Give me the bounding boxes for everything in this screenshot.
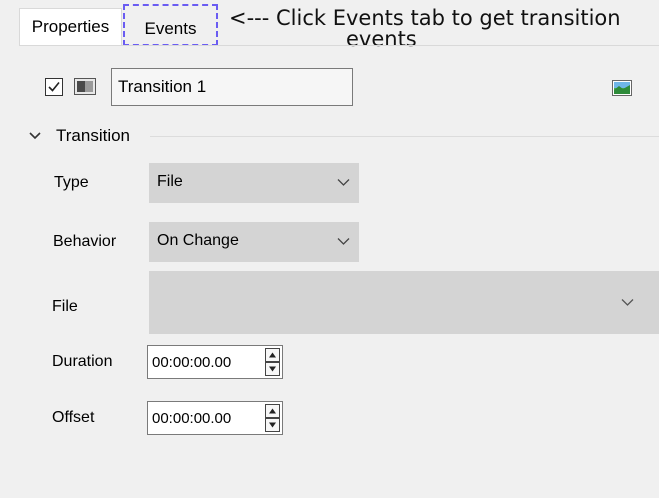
section-title-transition: Transition [56, 126, 131, 145]
layer-icon [74, 78, 96, 95]
duration-stepper [265, 348, 280, 376]
offset-increment-button[interactable] [265, 404, 280, 418]
annotation-line-2: events [346, 27, 417, 51]
file-label: File [52, 298, 78, 315]
behavior-select-value: On Change [157, 232, 239, 249]
duration-input[interactable]: 00:00:00.00 [147, 345, 283, 379]
offset-value: 00:00:00.00 [152, 410, 232, 427]
behavior-select[interactable]: On Change [149, 222, 359, 262]
chevron-down-icon [337, 179, 350, 186]
enabled-checkbox[interactable] [45, 78, 63, 96]
tab-events[interactable]: Events [123, 4, 218, 46]
type-select-value: File [157, 173, 183, 190]
checkbox-checked-icon [48, 81, 60, 92]
tab-properties[interactable]: Properties [19, 8, 122, 45]
triangle-up-icon [269, 352, 276, 358]
triangle-down-icon [269, 422, 276, 428]
annotation-line-1: <--- Click Events tab to get transition [229, 6, 621, 30]
offset-input[interactable]: 00:00:00.00 [147, 401, 283, 435]
transition-name-input[interactable]: Transition 1 [111, 68, 353, 106]
image-icon[interactable] [612, 80, 632, 96]
behavior-label: Behavior [53, 233, 117, 250]
duration-increment-button[interactable] [265, 348, 280, 362]
section-divider [150, 136, 659, 137]
chevron-down-icon [621, 299, 634, 306]
type-label: Type [54, 174, 89, 191]
chevron-down-icon [337, 238, 350, 245]
type-select[interactable]: File [149, 163, 359, 203]
offset-decrement-button[interactable] [265, 418, 280, 432]
offset-label: Offset [52, 409, 95, 426]
offset-stepper [265, 404, 280, 432]
triangle-up-icon [269, 408, 276, 414]
tab-pane-border [19, 45, 659, 46]
duration-value: 00:00:00.00 [152, 354, 232, 371]
chevron-down-icon[interactable] [29, 131, 41, 141]
duration-label: Duration [52, 353, 113, 370]
triangle-down-icon [269, 366, 276, 372]
duration-decrement-button[interactable] [265, 362, 280, 376]
file-select[interactable] [149, 271, 659, 334]
instruction-annotation: <--- Click Events tab to get transition … [229, 8, 654, 50]
